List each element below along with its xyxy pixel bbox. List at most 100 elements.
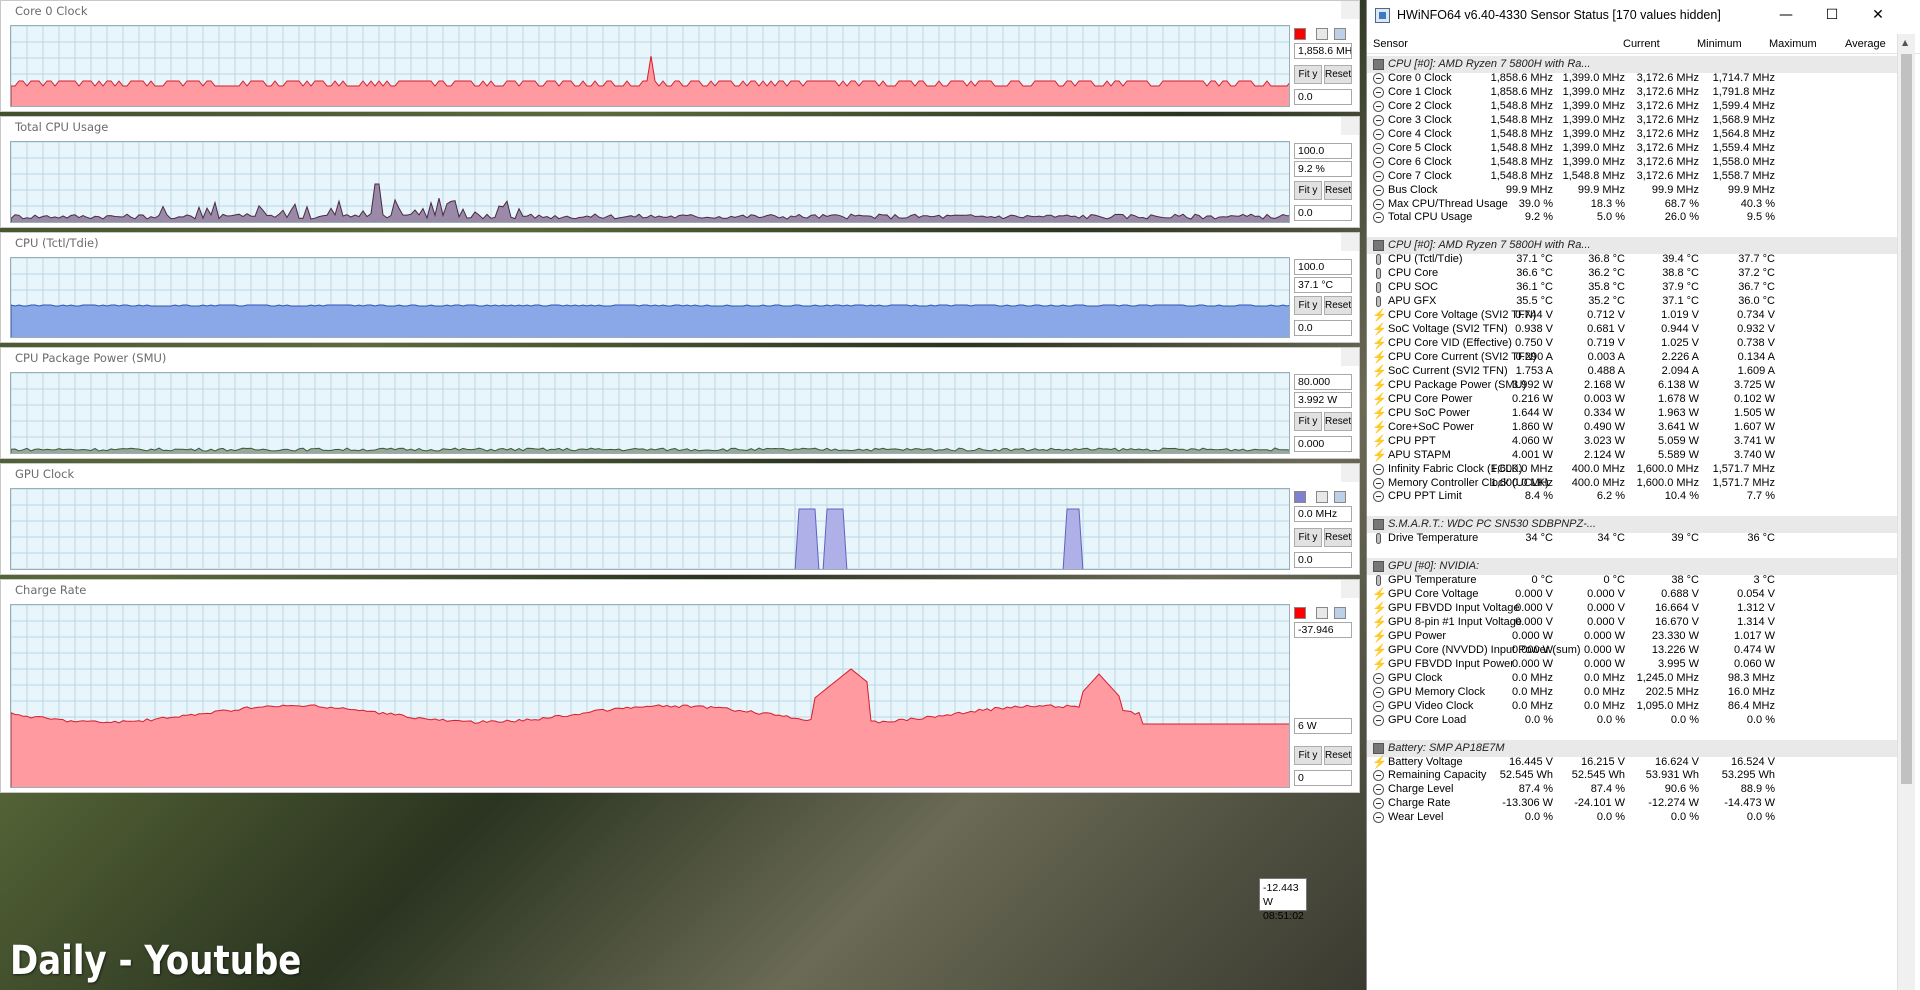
fill-color-swatch[interactable] (1316, 607, 1328, 619)
graph-title: CPU Package Power (SMU) (15, 351, 167, 365)
graph-max-value: 80.000 (1294, 374, 1352, 390)
gpu-clock-graph-window: GPU Clock 0.0 MHz Fit y Reset 0.0 (0, 463, 1360, 575)
line-color-swatch[interactable] (1294, 607, 1306, 619)
line-color-swatch[interactable] (1294, 28, 1306, 40)
scrollbar-thumb[interactable] (1901, 54, 1912, 784)
thermometer-icon (1376, 533, 1381, 545)
scroll-up-icon[interactable]: ▲ (1902, 38, 1908, 47)
graph-plot-area[interactable] (10, 141, 1290, 223)
fit-y-button[interactable]: Fit y (1294, 65, 1322, 84)
lightning-icon (1372, 335, 1387, 352)
graph-close-icon[interactable] (1341, 1, 1359, 19)
gauge-icon (1373, 128, 1384, 140)
gauge-icon (1373, 100, 1384, 112)
fit-y-button[interactable]: Fit y (1294, 296, 1322, 315)
sensor-average: 0.0 % (1746, 811, 1775, 824)
cpu-tctl-graph-window: CPU (Tctl/Tdie) 100.0 37.1 °C Fit y Reset 0.0 (0, 232, 1360, 343)
lightning-icon (1372, 433, 1387, 450)
hwinfo-app-icon (1375, 8, 1390, 23)
graph-close-icon[interactable] (1341, 464, 1359, 482)
maximize-icon[interactable]: ☐ (1809, 0, 1855, 31)
hwinfo-sensor-window: HWiNFO64 v6.40-4330 Sensor Status [170 v… (1366, 0, 1920, 990)
reset-button[interactable]: Reset (1324, 65, 1352, 84)
gauge-icon (1373, 784, 1384, 796)
fill-color-swatch[interactable] (1316, 491, 1328, 503)
fit-y-button[interactable]: Fit y (1294, 412, 1322, 431)
sensor-maximum: 0.0 % (1670, 811, 1699, 824)
gauge-icon (1373, 770, 1384, 782)
reset-button[interactable]: Reset (1324, 528, 1352, 547)
sensor-row[interactable]: Wear Level 0.0 % 0.0 % 0.0 % 0.0 % (1367, 809, 1897, 826)
bg-color-swatch[interactable] (1334, 491, 1346, 503)
graph-min-value: 0.000 (1294, 436, 1352, 452)
lightning-icon (1372, 405, 1387, 422)
charge-rate-graph-window: Charge Rate -37.946 6 W Fit y Reset 0 (0, 579, 1360, 793)
lightning-icon (1372, 321, 1387, 338)
fill-color-swatch[interactable] (1316, 28, 1328, 40)
graph-close-icon[interactable] (1341, 348, 1359, 366)
column-average[interactable]: Average (1845, 38, 1886, 50)
thermometer-icon (1376, 268, 1381, 280)
cpu-package-power-graph-window: CPU Package Power (SMU) 80.000 3.992 W Fit … (0, 347, 1360, 459)
fit-y-button[interactable]: Fit y (1294, 528, 1322, 547)
graph-plot-area[interactable] (10, 372, 1290, 454)
vertical-scrollbar[interactable]: ▲ (1897, 34, 1915, 990)
lightning-icon (1372, 447, 1387, 464)
column-maximum[interactable]: Maximum (1769, 38, 1817, 50)
column-current[interactable]: Current (1623, 38, 1660, 50)
column-minimum[interactable]: Minimum (1697, 38, 1742, 50)
graph-min-value: 0.0 (1294, 205, 1352, 221)
lightning-icon (1372, 307, 1387, 324)
graph-side-panel: 100.0 37.1 °C Fit y Reset 0.0 (1294, 257, 1352, 338)
fit-y-button[interactable]: Fit y (1294, 746, 1322, 765)
graph-side-panel: 100.0 9.2 % Fit y Reset 0.0 (1294, 141, 1352, 223)
graph-max-value: -37.946 (1294, 622, 1352, 638)
gauge-icon (1373, 672, 1384, 684)
lightning-icon (1372, 614, 1387, 631)
graph-side-panel: 80.000 3.992 W Fit y Reset 0.000 (1294, 372, 1352, 454)
graph-close-icon[interactable] (1341, 580, 1359, 598)
graph-plot-area[interactable] (10, 604, 1290, 788)
lightning-icon (1372, 754, 1387, 771)
column-sensor[interactable]: Sensor (1373, 38, 1408, 50)
cpu-tctl-trace (11, 304, 1289, 337)
line-color-swatch[interactable] (1294, 491, 1306, 503)
graph-color-swatches[interactable] (1294, 606, 1352, 620)
watermark: Daily - Youtube (10, 938, 302, 984)
chip-icon (1373, 742, 1384, 754)
reset-button[interactable]: Reset (1324, 746, 1352, 765)
graph-title: GPU Clock (15, 467, 75, 481)
lightning-icon (1372, 363, 1387, 380)
graph-current-value: 3.992 W (1294, 392, 1352, 408)
gauge-icon (1373, 198, 1384, 210)
reset-button[interactable]: Reset (1324, 296, 1352, 315)
graph-color-swatches[interactable] (1294, 27, 1352, 41)
graph-max-value: 100.0 (1294, 259, 1352, 275)
column-header: Sensor Current Minimum Maximum Average (1367, 34, 1920, 54)
graph-color-swatches[interactable] (1294, 490, 1352, 504)
graph-min-value: 0 (1294, 770, 1352, 786)
fit-y-button[interactable]: Fit y (1294, 181, 1322, 200)
graph-plot-area[interactable] (10, 257, 1290, 338)
graph-plot-area[interactable] (10, 25, 1290, 107)
reset-button[interactable]: Reset (1324, 412, 1352, 431)
lightning-icon (1372, 391, 1387, 408)
chip-icon (1373, 59, 1384, 70)
graph-current-value: 0.0 MHz (1294, 506, 1352, 522)
bg-color-swatch[interactable] (1334, 28, 1346, 40)
gauge-icon (1373, 156, 1384, 168)
graph-plot-area[interactable] (10, 488, 1290, 570)
minimize-icon[interactable]: — (1763, 0, 1809, 31)
gauge-icon (1373, 170, 1384, 182)
graph-close-icon[interactable] (1341, 117, 1359, 135)
bg-color-swatch[interactable] (1334, 607, 1346, 619)
graph-title: Core 0 Clock (15, 4, 88, 18)
close-icon[interactable]: ✕ (1855, 0, 1901, 31)
sensor-current: 0.0 % (1524, 811, 1553, 824)
graph-close-icon[interactable] (1341, 233, 1359, 251)
reset-button[interactable]: Reset (1324, 181, 1352, 200)
gauge-icon (1373, 72, 1384, 84)
graph-current-value: 6 W (1294, 718, 1352, 734)
chip-icon (1373, 561, 1384, 573)
lightning-icon (1372, 349, 1387, 366)
